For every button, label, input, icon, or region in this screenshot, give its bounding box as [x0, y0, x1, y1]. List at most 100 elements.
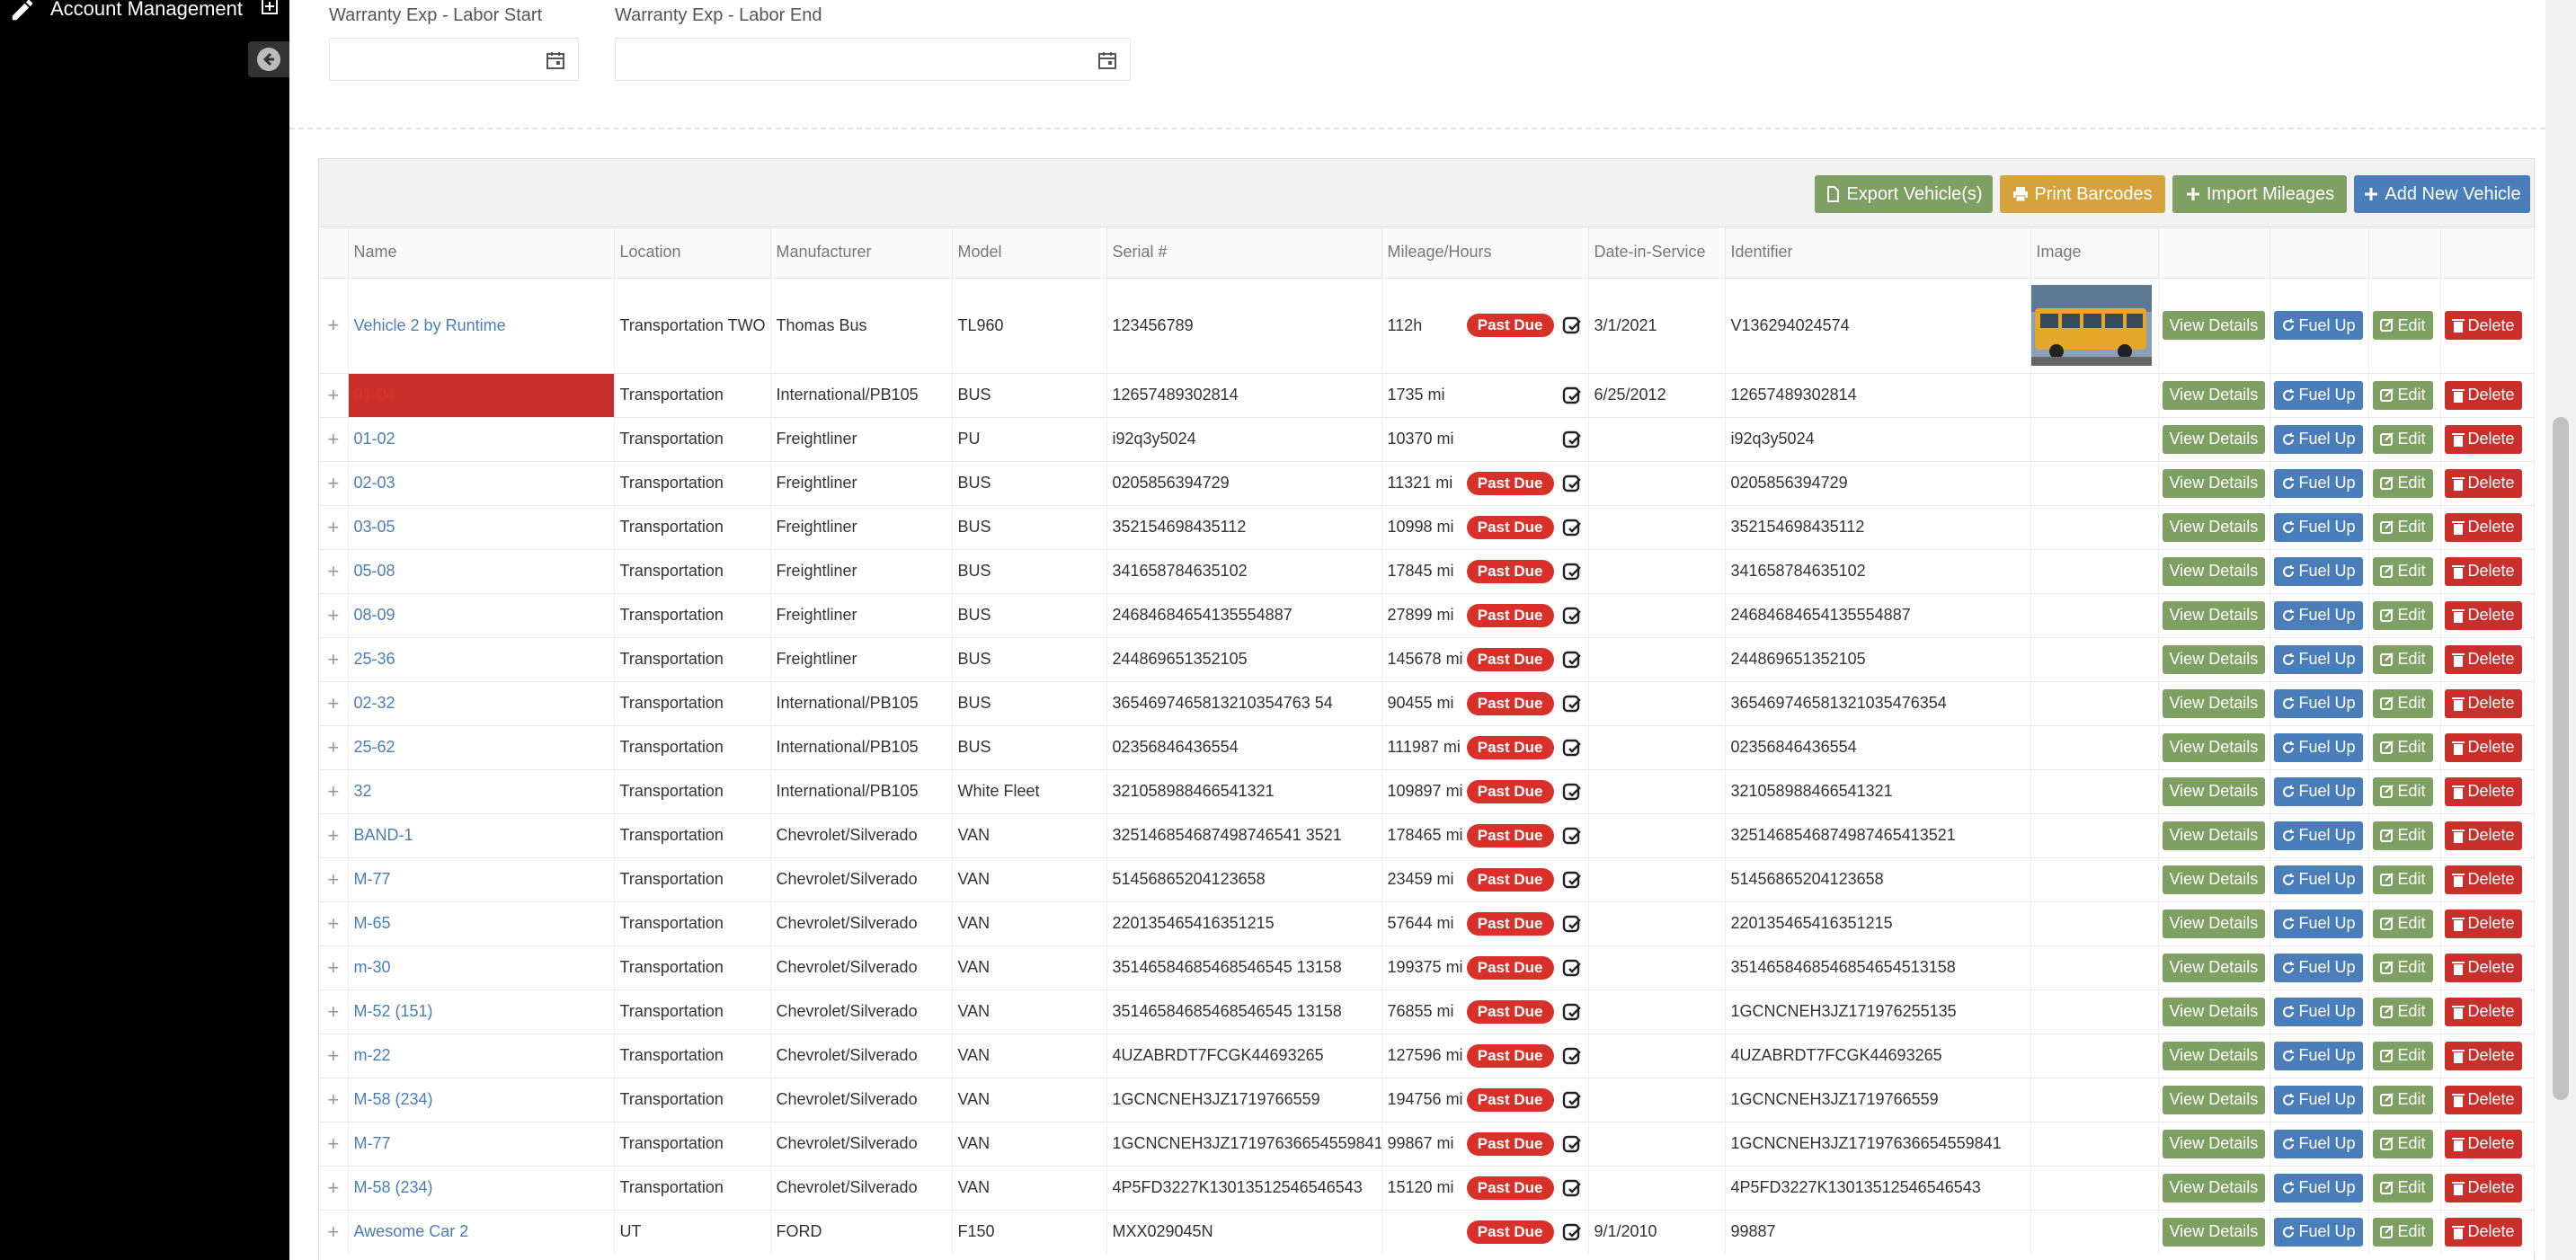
view-details-button[interactable]: View Details: [2162, 311, 2266, 340]
expand-row-toggle[interactable]: +: [319, 1077, 349, 1122]
delete-button[interactable]: Delete: [2444, 424, 2522, 454]
edit-button[interactable]: Edit: [2372, 600, 2433, 630]
edit-button[interactable]: Edit: [2372, 688, 2433, 718]
delete-button[interactable]: Delete: [2444, 909, 2522, 938]
edit-button[interactable]: Edit: [2372, 380, 2433, 410]
edit-button[interactable]: Edit: [2372, 953, 2433, 982]
view-details-button[interactable]: View Details: [2162, 424, 2266, 454]
edit-button[interactable]: Edit: [2372, 1041, 2433, 1070]
delete-button[interactable]: Delete: [2444, 776, 2522, 806]
edit-button[interactable]: Edit: [2372, 468, 2433, 498]
view-details-button[interactable]: View Details: [2162, 688, 2266, 718]
fuel-up-button[interactable]: Fuel Up: [2273, 512, 2363, 542]
vehicle-name-link[interactable]: Awesome Car 2: [348, 1209, 615, 1254]
vehicle-name-link[interactable]: 25-36: [348, 636, 615, 681]
fuel-up-button[interactable]: Fuel Up: [2273, 1129, 2363, 1158]
fuel-up-button[interactable]: Fuel Up: [2273, 776, 2363, 806]
expand-row-toggle[interactable]: +: [319, 416, 349, 461]
edit-button[interactable]: Edit: [2372, 1129, 2433, 1158]
vehicle-name-link[interactable]: 02-03: [348, 460, 615, 505]
edit-button[interactable]: Edit: [2372, 556, 2433, 586]
view-details-button[interactable]: View Details: [2162, 1129, 2266, 1158]
edit-mileage-icon[interactable]: [1561, 1177, 1583, 1199]
view-details-button[interactable]: View Details: [2162, 512, 2266, 542]
edit-button[interactable]: Edit: [2372, 732, 2433, 762]
edit-button[interactable]: Edit: [2372, 512, 2433, 542]
fuel-up-button[interactable]: Fuel Up: [2273, 468, 2363, 498]
edit-mileage-icon[interactable]: [1561, 1045, 1583, 1067]
edit-mileage-icon[interactable]: [1561, 1001, 1583, 1023]
expand-row-toggle[interactable]: +: [319, 548, 349, 593]
edit-mileage-icon[interactable]: [1561, 473, 1583, 494]
edit-mileage-icon[interactable]: [1561, 869, 1583, 891]
expand-row-toggle[interactable]: +: [319, 504, 349, 549]
scrollbar-thumb[interactable]: [2553, 417, 2569, 1100]
vehicle-name-link[interactable]: 01-02: [348, 416, 615, 461]
expand-icon[interactable]: [261, 0, 279, 15]
edit-button[interactable]: Edit: [2372, 1217, 2433, 1247]
fuel-up-button[interactable]: Fuel Up: [2273, 556, 2363, 586]
labor-end-input[interactable]: [615, 38, 1131, 81]
calendar-icon[interactable]: [546, 50, 565, 70]
view-details-button[interactable]: View Details: [2162, 821, 2266, 850]
view-details-button[interactable]: View Details: [2162, 776, 2266, 806]
fuel-up-button[interactable]: Fuel Up: [2273, 1085, 2363, 1114]
expand-row-toggle[interactable]: +: [319, 1121, 349, 1166]
edit-mileage-icon[interactable]: [1561, 561, 1583, 582]
vehicle-name-link[interactable]: M-58 (234): [348, 1165, 615, 1210]
edit-mileage-icon[interactable]: [1561, 649, 1583, 670]
delete-button[interactable]: Delete: [2444, 1173, 2522, 1202]
fuel-up-button[interactable]: Fuel Up: [2273, 311, 2363, 340]
vehicle-name-link[interactable]: 03-05: [348, 504, 615, 549]
fuel-up-button[interactable]: Fuel Up: [2273, 909, 2363, 938]
expand-row-toggle[interactable]: +: [319, 768, 349, 813]
expand-row-toggle[interactable]: +: [319, 812, 349, 857]
expand-row-toggle[interactable]: +: [319, 277, 349, 373]
fuel-up-button[interactable]: Fuel Up: [2273, 1217, 2363, 1247]
vehicle-name-link[interactable]: M-77: [348, 1121, 615, 1166]
expand-row-toggle[interactable]: +: [319, 1165, 349, 1210]
expand-row-toggle[interactable]: +: [319, 1033, 349, 1078]
edit-mileage-icon[interactable]: [1561, 385, 1583, 406]
vehicle-name-link[interactable]: Vehicle 2 by Runtime: [348, 277, 615, 373]
vehicle-name-link[interactable]: 08-09: [348, 592, 615, 637]
delete-button[interactable]: Delete: [2444, 821, 2522, 850]
edit-mileage-icon[interactable]: [1561, 1089, 1583, 1111]
edit-mileage-icon[interactable]: [1561, 957, 1583, 979]
expand-row-toggle[interactable]: +: [319, 989, 349, 1034]
edit-mileage-icon[interactable]: [1561, 1221, 1583, 1243]
vehicle-name-link[interactable]: M-65: [348, 901, 615, 945]
delete-button[interactable]: Delete: [2444, 688, 2522, 718]
collapse-sidebar-button[interactable]: [248, 41, 289, 77]
delete-button[interactable]: Delete: [2444, 953, 2522, 982]
edit-mileage-icon[interactable]: [1561, 517, 1583, 538]
view-details-button[interactable]: View Details: [2162, 909, 2266, 938]
delete-button[interactable]: Delete: [2444, 732, 2522, 762]
vehicle-name-link[interactable]: 01-04: [348, 372, 615, 417]
edit-button[interactable]: Edit: [2372, 424, 2433, 454]
edit-mileage-icon[interactable]: [1561, 693, 1583, 714]
calendar-icon[interactable]: [1097, 50, 1117, 70]
view-details-button[interactable]: View Details: [2162, 1217, 2266, 1247]
delete-button[interactable]: Delete: [2444, 556, 2522, 586]
vehicle-name-link[interactable]: m-30: [348, 945, 615, 989]
expand-row-toggle[interactable]: +: [319, 636, 349, 681]
fuel-up-button[interactable]: Fuel Up: [2273, 865, 2363, 894]
edit-button[interactable]: Edit: [2372, 909, 2433, 938]
vehicle-name-link[interactable]: 05-08: [348, 548, 615, 593]
edit-mileage-icon[interactable]: [1561, 913, 1583, 935]
delete-button[interactable]: Delete: [2444, 512, 2522, 542]
edit-button[interactable]: Edit: [2372, 997, 2433, 1026]
fuel-up-button[interactable]: Fuel Up: [2273, 644, 2363, 674]
add-new-vehicle-button[interactable]: Add New Vehicle: [2354, 175, 2530, 213]
view-details-button[interactable]: View Details: [2162, 600, 2266, 630]
edit-button[interactable]: Edit: [2372, 821, 2433, 850]
fuel-up-button[interactable]: Fuel Up: [2273, 1041, 2363, 1070]
view-details-button[interactable]: View Details: [2162, 953, 2266, 982]
import-mileages-button[interactable]: Import Mileages: [2172, 175, 2347, 213]
edit-button[interactable]: Edit: [2372, 311, 2433, 340]
delete-button[interactable]: Delete: [2444, 865, 2522, 894]
vehicle-name-link[interactable]: 25-62: [348, 724, 615, 769]
expand-row-toggle[interactable]: +: [319, 1209, 349, 1254]
delete-button[interactable]: Delete: [2444, 1041, 2522, 1070]
